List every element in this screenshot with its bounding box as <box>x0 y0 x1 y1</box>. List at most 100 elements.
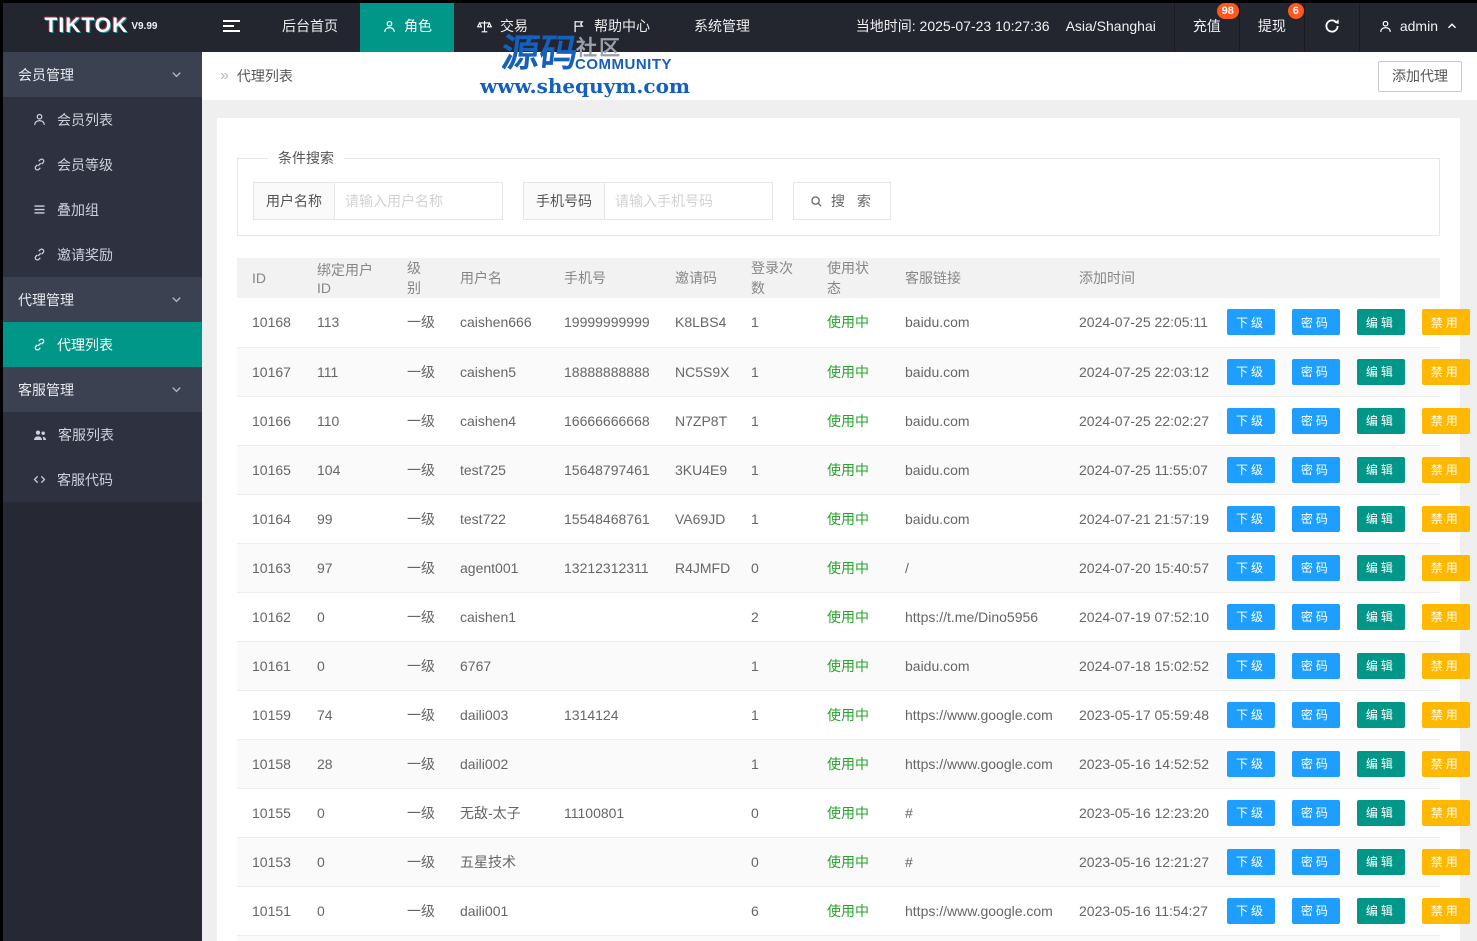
cell-level: 一级 <box>392 886 445 936</box>
sidebar-item-agent-list[interactable]: 代理列表 <box>0 322 202 367</box>
sidebar-group-agents[interactable]: 代理管理 <box>0 277 202 322</box>
edit-button[interactable]: 编辑 <box>1356 652 1405 679</box>
sub-agents-button[interactable]: 下级 <box>1227 554 1276 581</box>
col-level: 级别 <box>392 258 445 298</box>
table-row: 10159 74 一级 daili003 1314124 1 使用中 https… <box>237 690 1470 740</box>
password-button[interactable]: 密码 <box>1291 407 1340 434</box>
edit-button[interactable]: 编辑 <box>1356 603 1405 630</box>
disable-button[interactable]: 禁用 <box>1421 505 1470 532</box>
cell-service-link: # <box>890 935 1064 941</box>
cell-created-at: 2024-07-25 22:05:11 <box>1064 298 1212 348</box>
edit-button[interactable]: 编辑 <box>1356 799 1405 826</box>
disable-button[interactable]: 禁用 <box>1421 897 1470 924</box>
edit-button[interactable]: 编辑 <box>1356 701 1405 728</box>
password-button[interactable]: 密码 <box>1291 358 1340 385</box>
nav-label: 交易 <box>500 18 528 34</box>
cell-invite-code: NC5S9X <box>660 347 736 397</box>
sub-agents-button[interactable]: 下级 <box>1227 456 1276 483</box>
password-button[interactable]: 密码 <box>1291 652 1340 679</box>
local-time: 当地时间: 2025-07-23 10:27:36 Asia/Shanghai <box>838 0 1174 52</box>
nav-item-dashboard[interactable]: 后台首页 <box>260 0 360 52</box>
add-agent-button[interactable]: 添加代理 <box>1378 60 1462 92</box>
col-id: ID <box>237 258 302 298</box>
edit-button[interactable]: 编辑 <box>1356 358 1405 385</box>
sidebar-item-label: 会员列表 <box>57 111 113 128</box>
nav-item-trade[interactable]: 交易 <box>454 0 550 52</box>
sidebar-item-invite-reward[interactable]: 邀请奖励 <box>0 232 202 277</box>
edit-button[interactable]: 编辑 <box>1356 897 1405 924</box>
username-input[interactable] <box>335 182 503 220</box>
breadcrumb-current: 代理列表 <box>236 68 293 84</box>
person-icon <box>384 20 395 32</box>
sub-agents-button[interactable]: 下级 <box>1227 309 1276 336</box>
sidebar-item-overlay-group[interactable]: 叠加组 <box>0 187 202 232</box>
nav-item-help-center[interactable]: 帮助中心 <box>550 0 672 52</box>
edit-button[interactable]: 编辑 <box>1356 456 1405 483</box>
disable-button[interactable]: 禁用 <box>1421 750 1470 777</box>
refresh-button[interactable] <box>1303 0 1359 52</box>
sidebar-item-member-level[interactable]: 会员等级 <box>0 142 202 187</box>
recharge-button[interactable]: 充值 98 <box>1173 0 1239 52</box>
password-button[interactable]: 密码 <box>1291 309 1340 336</box>
disable-button[interactable]: 禁用 <box>1421 799 1470 826</box>
menu-toggle-icon[interactable] <box>202 0 260 52</box>
nav-item-roles[interactable]: 角色 <box>360 0 454 52</box>
password-button[interactable]: 密码 <box>1291 505 1340 532</box>
sidebar-group-support[interactable]: 客服管理 <box>0 367 202 412</box>
sub-agents-button[interactable]: 下级 <box>1227 358 1276 385</box>
phone-input[interactable] <box>605 182 773 220</box>
edit-button[interactable]: 编辑 <box>1356 505 1405 532</box>
password-button[interactable]: 密码 <box>1291 799 1340 826</box>
cell-level: 一级 <box>392 543 445 593</box>
sub-agents-button[interactable]: 下级 <box>1227 652 1276 679</box>
admin-menu[interactable]: admin <box>1358 0 1477 52</box>
password-button[interactable]: 密码 <box>1291 603 1340 630</box>
disable-button[interactable]: 禁用 <box>1421 456 1470 483</box>
cell-phone <box>549 592 660 642</box>
cell-username: 无敌-太子 <box>445 788 549 838</box>
password-button[interactable]: 密码 <box>1291 750 1340 777</box>
password-button[interactable]: 密码 <box>1291 848 1340 875</box>
edit-button[interactable]: 编辑 <box>1356 848 1405 875</box>
cell-level: 一级 <box>392 445 445 495</box>
edit-button[interactable]: 编辑 <box>1356 554 1405 581</box>
sidebar-item-support-code[interactable]: 客服代码 <box>0 457 202 502</box>
edit-button[interactable]: 编辑 <box>1356 309 1405 336</box>
password-button[interactable]: 密码 <box>1291 701 1340 728</box>
cell-id: 10159 <box>237 690 302 740</box>
edit-button[interactable]: 编辑 <box>1356 407 1405 434</box>
sub-agents-button[interactable]: 下级 <box>1227 505 1276 532</box>
disable-button[interactable]: 禁用 <box>1421 407 1470 434</box>
col-service-link: 客服链接 <box>890 258 1064 298</box>
search-button[interactable]: 搜 索 <box>793 182 891 220</box>
cell-invite-code <box>660 788 736 838</box>
sub-agents-button[interactable]: 下级 <box>1227 407 1276 434</box>
sidebar-item-member-list[interactable]: 会员列表 <box>0 97 202 142</box>
cell-service-link: # <box>890 788 1064 838</box>
password-button[interactable]: 密码 <box>1291 554 1340 581</box>
sub-agents-button[interactable]: 下级 <box>1227 848 1276 875</box>
disable-button[interactable]: 禁用 <box>1421 701 1470 728</box>
disable-button[interactable]: 禁用 <box>1421 554 1470 581</box>
sub-agents-button[interactable]: 下级 <box>1227 799 1276 826</box>
disable-button[interactable]: 禁用 <box>1421 309 1470 336</box>
cell-created-at: 2024-07-25 11:55:07 <box>1064 445 1212 495</box>
sub-agents-button[interactable]: 下级 <box>1227 701 1276 728</box>
disable-button[interactable]: 禁用 <box>1421 652 1470 679</box>
cell-phone: 1314124 <box>549 690 660 740</box>
app-logo: TIKTOK V9.99 <box>0 0 202 52</box>
disable-button[interactable]: 禁用 <box>1421 848 1470 875</box>
withdraw-button[interactable]: 提现 6 <box>1238 0 1304 52</box>
person-icon <box>1380 20 1391 32</box>
password-button[interactable]: 密码 <box>1291 897 1340 924</box>
edit-button[interactable]: 编辑 <box>1356 750 1405 777</box>
sub-agents-button[interactable]: 下级 <box>1227 897 1276 924</box>
nav-item-system[interactable]: 系统管理 <box>672 0 772 52</box>
sidebar-item-support-list[interactable]: 客服列表 <box>0 412 202 457</box>
password-button[interactable]: 密码 <box>1291 456 1340 483</box>
disable-button[interactable]: 禁用 <box>1421 603 1470 630</box>
disable-button[interactable]: 禁用 <box>1421 358 1470 385</box>
sidebar-group-members[interactable]: 会员管理 <box>0 52 202 97</box>
sub-agents-button[interactable]: 下级 <box>1227 750 1276 777</box>
sub-agents-button[interactable]: 下级 <box>1227 603 1276 630</box>
